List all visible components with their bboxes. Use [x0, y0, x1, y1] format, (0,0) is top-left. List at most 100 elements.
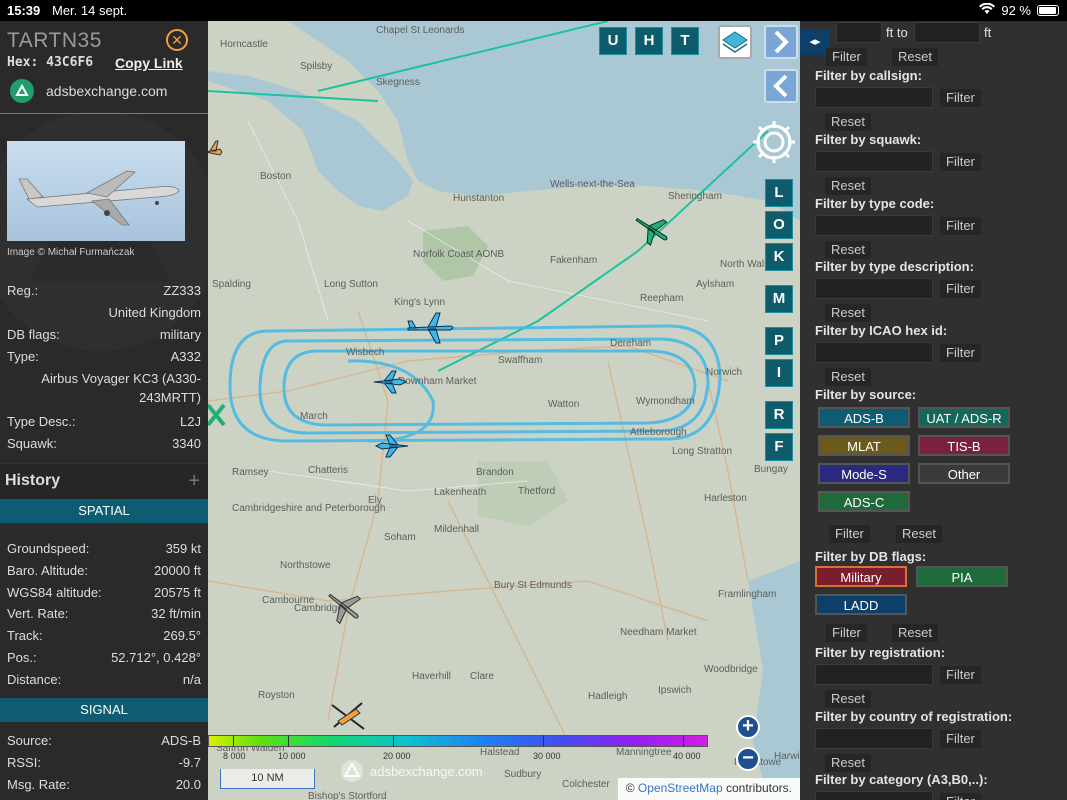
gear-icon[interactable]: [749, 117, 799, 167]
map-button-r[interactable]: R: [765, 401, 793, 429]
type-code-filter-label: Filter by type code:: [815, 196, 935, 211]
map-place-label: Spalding: [212, 279, 251, 290]
toolbar-h-button[interactable]: H: [635, 27, 663, 55]
registration-reset-button[interactable]: Reset: [825, 690, 871, 708]
icao-reset-button[interactable]: Reset: [825, 368, 871, 386]
hex-label: Hex:: [7, 55, 39, 70]
aircraft-icon[interactable]: [324, 586, 364, 626]
spatial-label: Pos.:: [7, 650, 37, 665]
flag-ladd-button[interactable]: LADD: [815, 594, 907, 615]
type-desc-filter-button[interactable]: Filter: [940, 280, 981, 298]
map-place-label: Cambridgeshire and Peterborough: [232, 503, 386, 514]
map-place-label: Sudbury: [504, 769, 542, 780]
chevron-right-button[interactable]: [764, 25, 798, 59]
type-value: A332: [170, 349, 201, 364]
map-place-label: Thetford: [518, 486, 556, 497]
osm-link[interactable]: OpenStreetMap: [638, 781, 723, 795]
dbflags-reset-button[interactable]: Reset: [892, 624, 938, 642]
helicopter-icon[interactable]: [328, 697, 368, 735]
map-place-label: Soham: [384, 532, 416, 543]
type-code-filter-button[interactable]: Filter: [940, 217, 981, 235]
callsign-filter-button[interactable]: Filter: [940, 89, 981, 107]
type-code-filter-input[interactable]: [815, 215, 933, 236]
map-place-label: Norwich: [706, 367, 743, 378]
country-reset-button[interactable]: Reset: [825, 754, 871, 772]
source-ads-b-button[interactable]: ADS-B: [818, 407, 910, 428]
country-filter-button[interactable]: Filter: [940, 730, 981, 748]
altitude-filter-button[interactable]: Filter: [826, 48, 867, 66]
source-reset-button[interactable]: Reset: [896, 525, 942, 543]
map-view[interactable]: Horncastle Spilsby Skegness Chapel St Leona…: [208, 21, 800, 800]
map-button-o[interactable]: O: [765, 211, 793, 239]
type-desc-filter-label: Filter by type description:: [815, 259, 974, 274]
fighter-icon[interactable]: [374, 433, 410, 459]
flag-military-button[interactable]: Military: [815, 566, 907, 587]
toolbar-u-button[interactable]: U: [599, 27, 627, 55]
dbflags-value: military: [159, 327, 201, 342]
squawk-filter-input[interactable]: [815, 151, 933, 172]
status-right: 92 %: [979, 2, 1059, 18]
layers-button[interactable]: [718, 25, 752, 59]
source-mlat-button[interactable]: MLAT: [818, 435, 910, 456]
signal-value: -9.7: [178, 754, 201, 770]
source-filter-button[interactable]: Filter: [829, 525, 870, 543]
source-ads-c-button[interactable]: ADS-C: [818, 491, 910, 512]
map-button-p[interactable]: P: [765, 327, 793, 355]
aircraft-photo[interactable]: [7, 141, 185, 241]
signal-label: Source:: [7, 733, 52, 748]
history-section[interactable]: History +: [0, 463, 208, 499]
aircraft-callsign: TARTN35: [7, 29, 102, 52]
altitude-tick-label: 30 000: [533, 751, 561, 761]
registration-filter-input[interactable]: [815, 664, 933, 685]
category-filter-input[interactable]: [815, 791, 933, 800]
squawk-reset-button[interactable]: Reset: [825, 177, 871, 195]
copy-link[interactable]: Copy Link: [115, 55, 183, 71]
chevron-left-button[interactable]: [764, 69, 798, 103]
spatial-value: 20000 ft: [154, 562, 201, 578]
aircraft-icon[interactable]: [208, 401, 228, 429]
type-desc-reset-button[interactable]: Reset: [825, 304, 871, 322]
status-bar: 15:39 Mer. 14 sept. 92 %: [0, 0, 1067, 21]
toolbar-t-button[interactable]: T: [671, 27, 699, 55]
altitude-min-input[interactable]: [836, 22, 882, 43]
fighter-icon[interactable]: [372, 369, 408, 395]
callsign-reset-button[interactable]: Reset: [825, 113, 871, 131]
zoom-out-button[interactable]: −: [736, 747, 760, 771]
plus-icon[interactable]: +: [188, 471, 200, 491]
altitude-reset-button[interactable]: Reset: [892, 48, 938, 66]
source-uat-ads-r-button[interactable]: UAT / ADS-R: [918, 407, 1010, 428]
aircraft-icon[interactable]: [406, 311, 456, 345]
type-desc-filter-input[interactable]: [815, 278, 933, 299]
close-icon[interactable]: ✕: [166, 29, 188, 51]
registration-filter-button[interactable]: Filter: [940, 666, 981, 684]
map-button-l[interactable]: L: [765, 179, 793, 207]
photo-credit: Image © Michał Furmańczak: [7, 247, 135, 258]
map-button-k[interactable]: K: [765, 243, 793, 271]
squawk-filter-button[interactable]: Filter: [940, 153, 981, 171]
source-other-button[interactable]: Other: [918, 463, 1010, 484]
dbflags-filter-button[interactable]: Filter: [826, 624, 867, 642]
callsign-filter-input[interactable]: [815, 87, 933, 108]
aircraft-icon[interactable]: [632, 211, 672, 247]
icao-filter-input[interactable]: [815, 342, 933, 363]
map-place-label: March: [300, 411, 328, 422]
icao-filter-button[interactable]: Filter: [940, 344, 981, 362]
battery-icon: [1037, 5, 1059, 16]
type-code-reset-button[interactable]: Reset: [825, 241, 871, 259]
map-place-label: Horncastle: [220, 39, 268, 50]
source-mode-s-button[interactable]: Mode-S: [818, 463, 910, 484]
aircraft-icon[interactable]: [208, 137, 224, 167]
category-filter-button[interactable]: Filter: [940, 793, 981, 800]
spatial-label: Groundspeed:: [7, 541, 90, 556]
map-button-f[interactable]: F: [765, 433, 793, 461]
icao-filter-label: Filter by ICAO hex id:: [815, 323, 948, 338]
map-place-label: Aylsham: [696, 279, 735, 290]
zoom-in-button[interactable]: +: [736, 715, 760, 739]
adsbx-link[interactable]: adsbexchange.com: [10, 79, 167, 103]
source-tis-b-button[interactable]: TIS-B: [918, 435, 1010, 456]
map-button-m[interactable]: M: [765, 285, 793, 313]
flag-pia-button[interactable]: PIA: [916, 566, 1008, 587]
altitude-max-input[interactable]: [914, 22, 980, 43]
map-button-i[interactable]: I: [765, 359, 793, 387]
country-filter-input[interactable]: [815, 728, 933, 749]
